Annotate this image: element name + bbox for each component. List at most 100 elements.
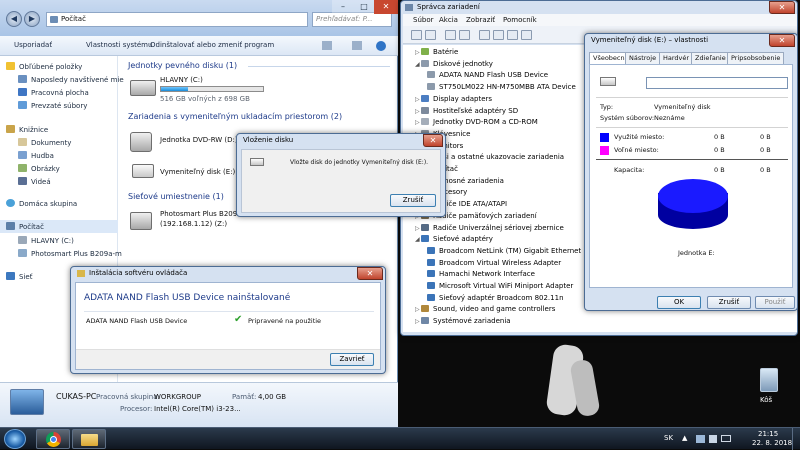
checkmark-icon: ✔	[234, 314, 243, 325]
taskbar-chrome[interactable]	[36, 429, 70, 449]
memory-value: 4,00 GB	[258, 393, 287, 401]
close-dialog-button[interactable]: Zavrieť	[330, 353, 374, 366]
device-category[interactable]: ▷ Systémové zariadenia	[415, 317, 511, 325]
nav-music[interactable]: Hudba	[18, 151, 54, 160]
uninstall-program-button[interactable]: Odinštalovať alebo zmeniť program	[150, 41, 274, 49]
usb-icon	[421, 223, 429, 231]
taskbar-explorer[interactable]	[72, 429, 106, 449]
drive-c-usage-bar	[160, 86, 264, 92]
computer-icon	[50, 16, 58, 23]
battery-tray-icon[interactable]	[721, 435, 731, 442]
cancel-button[interactable]: Zrušiť	[707, 296, 751, 309]
scan-hardware-icon[interactable]	[479, 30, 490, 40]
drive-letter-label: Jednotka E:	[678, 249, 715, 257]
nav-desktop[interactable]: Pracovná plocha	[18, 88, 89, 97]
ok-button[interactable]: OK	[657, 296, 701, 309]
clock-time[interactable]: 21:15	[758, 430, 778, 438]
volume-icon[interactable]	[709, 435, 717, 443]
close-button[interactable]: ✕	[357, 267, 383, 280]
nav-printer[interactable]: Photosmart Plus B209a-m	[18, 249, 122, 258]
properties-icon[interactable]	[445, 30, 456, 40]
device-item[interactable]: Broadcom Virtual Wireless Adapter	[427, 258, 562, 267]
preview-pane-icon[interactable]	[352, 41, 362, 50]
group-removable[interactable]: Zariadenia s vymeniteľným ukladacím prie…	[128, 112, 342, 121]
device-label: Broadcom Virtual Wireless Adapter	[439, 258, 562, 267]
device-category[interactable]: ▷ Sound, video and game controllers	[415, 305, 555, 313]
nav-documents[interactable]: Dokumenty	[18, 138, 71, 147]
device-item[interactable]: ST750LM022 HN-M750MBB ATA Device	[427, 83, 576, 91]
address-bar[interactable]: Počítač	[46, 12, 308, 27]
recycle-bin-label: Kôš	[760, 396, 773, 404]
nav-network[interactable]: Sieť	[6, 272, 32, 281]
system-properties-button[interactable]: Vlastnosti systému	[86, 41, 152, 49]
group-hard-drives[interactable]: Jednotky pevného disku (1)	[128, 61, 237, 70]
nav-videos[interactable]: Videá	[18, 177, 51, 186]
nav-homegroup[interactable]: Domáca skupina	[6, 199, 77, 208]
device-category[interactable]: ▷ Display adapters	[415, 94, 492, 103]
nav-computer[interactable]: Počítač	[0, 220, 118, 233]
device-category[interactable]: ▷ Radiče Univerzálnej sériovej zbernice	[415, 223, 564, 232]
nav-favorites[interactable]: Obľúbené položky	[6, 62, 82, 71]
forward-button[interactable]: ▶	[24, 11, 40, 27]
tab-tools[interactable]: Nástroje	[625, 52, 661, 64]
tab-hardware[interactable]: Hardvér	[659, 52, 694, 64]
computer-name: CUKAS-PC	[56, 392, 97, 401]
nav-libraries[interactable]: Knižnice	[6, 125, 48, 134]
forward-icon[interactable]	[425, 30, 436, 40]
close-button[interactable]: ✕	[423, 134, 443, 147]
menu-file[interactable]: Súbor	[413, 16, 433, 24]
update-driver-icon[interactable]	[493, 30, 504, 40]
device-item[interactable]: Microsoft Virtual WiFi Miniport Adapter	[427, 282, 573, 290]
recycle-bin[interactable]: Kôš	[756, 368, 782, 408]
removable-drive[interactable]: Vymeniteľný disk (E:)	[128, 160, 248, 184]
insert-disk-dialog: Vloženie disku ✕ Vložte disk do jednotky…	[236, 133, 446, 217]
apply-button[interactable]: Použiť	[755, 296, 795, 309]
device-item[interactable]: Broadcom NetLink (TM) Gigabit Ethernet	[427, 246, 581, 255]
device-category[interactable]: ▷ Jednotky DVD-ROM a CD-ROM	[415, 118, 538, 126]
back-button[interactable]: ◀	[6, 11, 22, 27]
show-hidden-icons[interactable]: ▲	[682, 434, 687, 442]
device-category[interactable]: ▷ Hostiteľské adaptéry SD	[415, 106, 518, 115]
device-category[interactable]: ▷ Batérie	[415, 48, 458, 56]
tab-sharing[interactable]: Zdieľanie	[691, 52, 730, 64]
drive-c[interactable]: HLAVNY (C:) 516 GB voľných z 698 GB	[128, 74, 298, 106]
group-network-locations[interactable]: Sieťové umiestnenie (1)	[128, 192, 224, 201]
start-button[interactable]	[4, 429, 26, 449]
close-button[interactable]: ✕	[769, 1, 795, 14]
help-icon[interactable]	[459, 30, 470, 40]
device-item[interactable]: ADATA NAND Flash USB Device	[427, 71, 548, 79]
dvd-drive[interactable]: Jednotka DVD-RW (D:)	[128, 130, 248, 158]
close-button[interactable]: ✕	[374, 0, 398, 14]
uninstall-icon[interactable]	[507, 30, 518, 40]
device-category[interactable]: ◢ Sieťové adaptéry	[415, 235, 493, 243]
clock-date[interactable]: 22. 8. 2018	[752, 439, 792, 447]
close-button[interactable]: ✕	[769, 34, 795, 47]
menu-help[interactable]: Pomocník	[503, 16, 537, 24]
language-indicator[interactable]: SK	[664, 434, 673, 442]
nav-drive-c[interactable]: HLAVNY (C:)	[18, 236, 74, 245]
nav-pictures[interactable]: Obrázky	[18, 164, 60, 173]
tab-customize[interactable]: Pripsobsobenie	[727, 52, 785, 64]
nav-recent[interactable]: Naposledy navštívené mie	[18, 75, 124, 84]
network-icon	[427, 270, 435, 278]
insert-cancel-button[interactable]: Zrušiť	[390, 194, 436, 207]
organize-button[interactable]: Usporiadať	[14, 41, 52, 49]
device-item[interactable]: Hamachi Network Interface	[427, 270, 535, 278]
breadcrumb[interactable]: Počítač	[61, 15, 86, 23]
back-icon[interactable]	[411, 30, 422, 40]
view-options-icon[interactable]	[322, 41, 332, 50]
disable-icon[interactable]	[521, 30, 532, 40]
dvd-drive-label: Jednotka DVD-RW (D:)	[160, 136, 238, 144]
menu-view[interactable]: Zobraziť	[466, 16, 495, 24]
network-tray-icon[interactable]	[696, 435, 705, 443]
help-icon[interactable]	[376, 41, 386, 51]
device-category[interactable]: ◢ Diskové jednotky	[415, 59, 493, 68]
search-input[interactable]: Prehľadávať: P...	[312, 12, 392, 27]
nav-downloads[interactable]: Prevzaté súbory	[18, 101, 87, 110]
minimize-button[interactable]: –	[332, 0, 354, 14]
show-desktop-button[interactable]	[792, 428, 800, 450]
device-item[interactable]: Sieťový adaptér Broadcom 802.11n	[427, 293, 564, 302]
menu-action[interactable]: Akcia	[439, 16, 458, 24]
maximize-button[interactable]: □	[354, 0, 374, 14]
drive-name-input[interactable]	[646, 77, 788, 89]
